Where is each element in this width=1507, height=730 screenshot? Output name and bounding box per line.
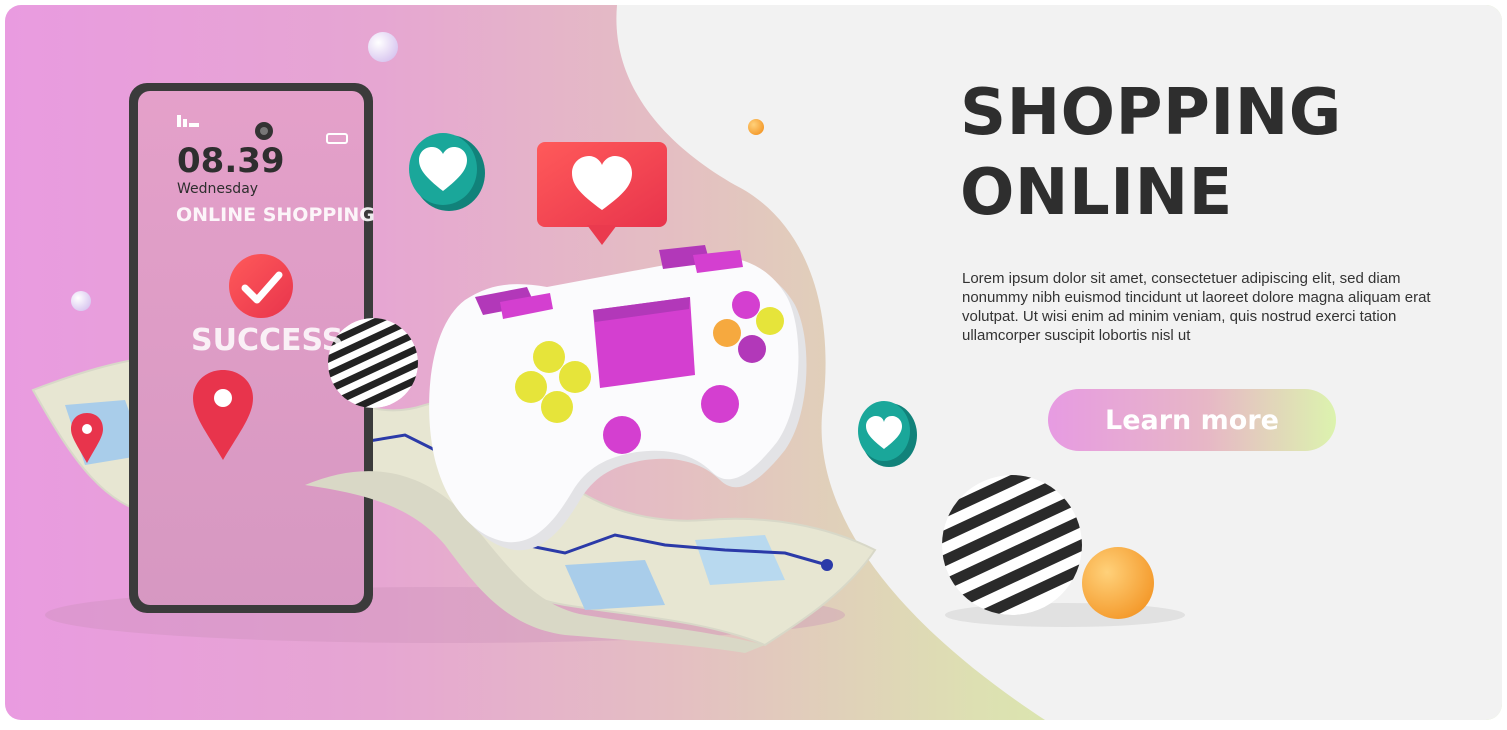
heart-icon-teal [409, 133, 485, 211]
lilac-ball [368, 32, 398, 62]
hero-banner: 08.39 Wednesday ONLINE SHOPPING SUCCESS … [5, 5, 1502, 720]
phone-time: 08.39 [177, 141, 285, 181]
title-line-2: ONLINE [960, 156, 1233, 230]
title-line-1: SHOPPING [960, 76, 1342, 150]
phone-status: SUCCESS [191, 323, 343, 358]
check-icon [229, 254, 293, 318]
gamepad-illustration [429, 245, 807, 551]
heart-icon-bubble [537, 142, 667, 245]
orange-ball [1082, 547, 1154, 619]
learn-more-button[interactable]: Learn more [1048, 389, 1336, 451]
page-title: SHOPPING ONLINE [960, 73, 1342, 233]
orange-ball-small [748, 119, 764, 135]
phone-screen-title: ONLINE SHOPPING [176, 204, 375, 226]
body-text: Lorem ipsum dolor sit amet, consectetuer… [962, 270, 1431, 344]
lilac-ball-small [71, 291, 91, 311]
phone-day: Wednesday [177, 181, 258, 197]
